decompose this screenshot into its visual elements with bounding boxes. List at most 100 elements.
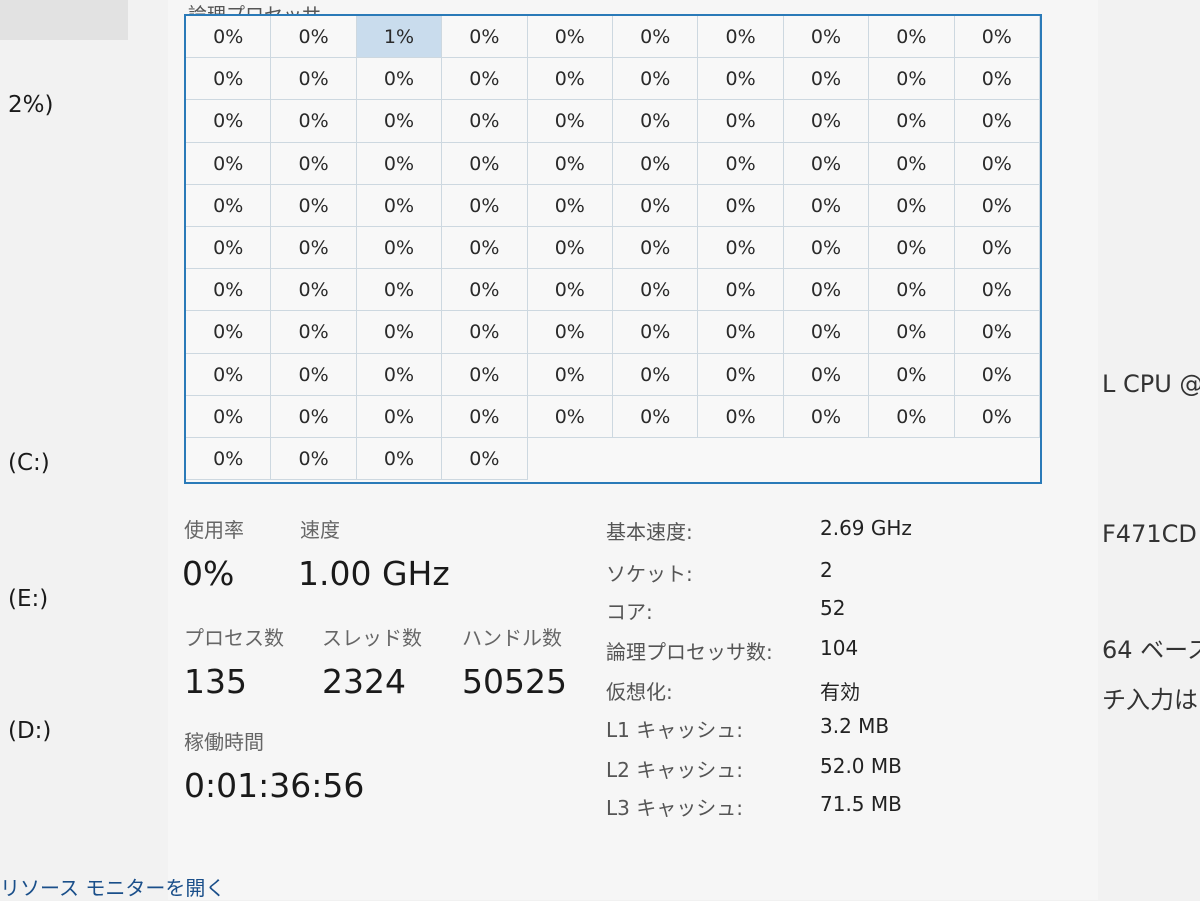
processor-cell: 0%	[954, 227, 1040, 270]
processor-cell: 0%	[356, 227, 443, 270]
spec-value: 71.5 MB	[820, 792, 902, 816]
processor-cell: 0%	[869, 58, 955, 101]
processor-cell: 0%	[869, 311, 955, 354]
sidebar-item-disk-e[interactable]: (E:)	[8, 586, 48, 612]
processor-cell: 0%	[271, 269, 357, 312]
spec-value: 52.0 MB	[820, 754, 902, 778]
processor-cell: 0%	[356, 184, 443, 227]
processor-cell: 0%	[954, 100, 1040, 143]
sidebar-selected-item[interactable]	[0, 0, 128, 40]
processor-cell: 0%	[356, 142, 443, 185]
processor-cell: 0%	[613, 184, 699, 227]
processor-cell: 0%	[271, 184, 357, 227]
processor-cell: 0%	[186, 311, 272, 354]
spec-label: コア:	[606, 600, 653, 624]
processor-cell: 0%	[954, 311, 1040, 354]
processor-cell: 0%	[954, 16, 1040, 59]
processor-cell: 0%	[613, 269, 699, 312]
processor-cell: 0%	[527, 58, 613, 101]
processor-cell: 0%	[869, 16, 955, 59]
processor-cell: 0%	[442, 184, 528, 227]
processor-cell: 0%	[613, 395, 699, 438]
processor-cell: 0%	[186, 438, 272, 481]
processor-cell: 0%	[698, 100, 784, 143]
spec-label: 論理プロセッサ数:	[606, 640, 773, 664]
processor-cell: 0%	[527, 184, 613, 227]
processor-cell: 0%	[186, 353, 272, 396]
spec-value: 有効	[820, 680, 860, 704]
processor-cell: 0%	[869, 395, 955, 438]
processor-cell: 0%	[613, 142, 699, 185]
processor-cell: 0%	[356, 395, 443, 438]
processor-cell: 0%	[954, 269, 1040, 312]
processor-cell: 0%	[527, 100, 613, 143]
processor-cell: 0%	[783, 311, 870, 354]
sidebar-item-disk-d[interactable]: (D:)	[8, 718, 51, 744]
processor-cell: 0%	[186, 227, 272, 270]
processor-cell: 0%	[698, 16, 784, 59]
open-resource-monitor-link[interactable]: リソース モニターを開く	[0, 872, 225, 901]
processor-cell: 0%	[271, 16, 357, 59]
processor-cell: 0%	[271, 100, 357, 143]
processor-cell: 0%	[869, 184, 955, 227]
processor-cell: 0%	[527, 142, 613, 185]
processor-cell: 0%	[442, 311, 528, 354]
processor-cell: 0%	[442, 100, 528, 143]
processor-cell: 0%	[442, 142, 528, 185]
processes-value: 135	[184, 662, 247, 701]
right-fragment: F471CD	[1102, 520, 1197, 548]
processor-cell: 0%	[186, 184, 272, 227]
spec-label: L3 キャッシュ:	[606, 796, 743, 820]
processor-cell: 0%	[186, 269, 272, 312]
sidebar-item-cpu-percent[interactable]: 2%)	[8, 92, 53, 118]
processor-cell: 0%	[271, 58, 357, 101]
spec-label: 仮想化:	[606, 680, 673, 704]
right-panel: L CPU @ F471CD 64 ベース チ入力は	[1098, 0, 1200, 900]
processor-cell: 0%	[783, 184, 870, 227]
processor-cell: 0%	[869, 353, 955, 396]
processor-cell: 0%	[186, 142, 272, 185]
processor-cell: 0%	[186, 16, 272, 59]
processor-cell: 1%	[356, 16, 443, 59]
processor-cell: 0%	[954, 58, 1040, 101]
right-fragment: チ入力は	[1102, 686, 1198, 714]
processor-cell: 0%	[442, 438, 528, 481]
processor-cell: 0%	[869, 142, 955, 185]
processor-cell: 0%	[869, 227, 955, 270]
usage-label: 使用率	[184, 518, 244, 542]
usage-value: 0%	[182, 554, 235, 593]
processor-cell: 0%	[783, 16, 870, 59]
logical-processor-grid: 0% 0% 1% 0% 0% 0% 0% 0% 0% 0% 0% 0% 0% 0% 0% 0% 0% 0% 0% 0%…	[184, 14, 1042, 484]
processor-cell: 0%	[442, 395, 528, 438]
processor-cell: 0%	[186, 100, 272, 143]
processor-cell: 0%	[442, 58, 528, 101]
processor-cell: 0%	[698, 269, 784, 312]
processor-cell: 0%	[698, 353, 784, 396]
processor-cell: 0%	[954, 353, 1040, 396]
processor-cell: 0%	[442, 16, 528, 59]
processor-cell: 0%	[613, 227, 699, 270]
processor-cell: 0%	[527, 16, 613, 59]
uptime-label: 稼働時間	[184, 730, 264, 754]
processor-cell: 0%	[271, 353, 357, 396]
processor-cell: 0%	[783, 269, 870, 312]
processor-cell: 0%	[698, 184, 784, 227]
threads-label: スレッド数	[322, 626, 422, 650]
processor-cell: 0%	[186, 395, 272, 438]
spec-value: 3.2 MB	[820, 714, 890, 738]
processor-cell: 0%	[613, 353, 699, 396]
processor-cell: 0%	[271, 142, 357, 185]
processor-cell: 0%	[783, 100, 870, 143]
processor-cell: 0%	[356, 311, 443, 354]
handles-label: ハンドル数	[462, 626, 562, 650]
processor-cell: 0%	[869, 269, 955, 312]
sidebar-item-disk-c[interactable]: (C:)	[8, 450, 50, 476]
processor-cell: 0%	[356, 353, 443, 396]
processor-cell: 0%	[954, 184, 1040, 227]
processor-cell: 0%	[783, 227, 870, 270]
processor-cell: 0%	[698, 142, 784, 185]
processor-cell: 0%	[442, 269, 528, 312]
processor-cell: 0%	[613, 16, 699, 59]
processor-cell: 0%	[442, 227, 528, 270]
right-fragment: 64 ベース	[1102, 636, 1200, 664]
